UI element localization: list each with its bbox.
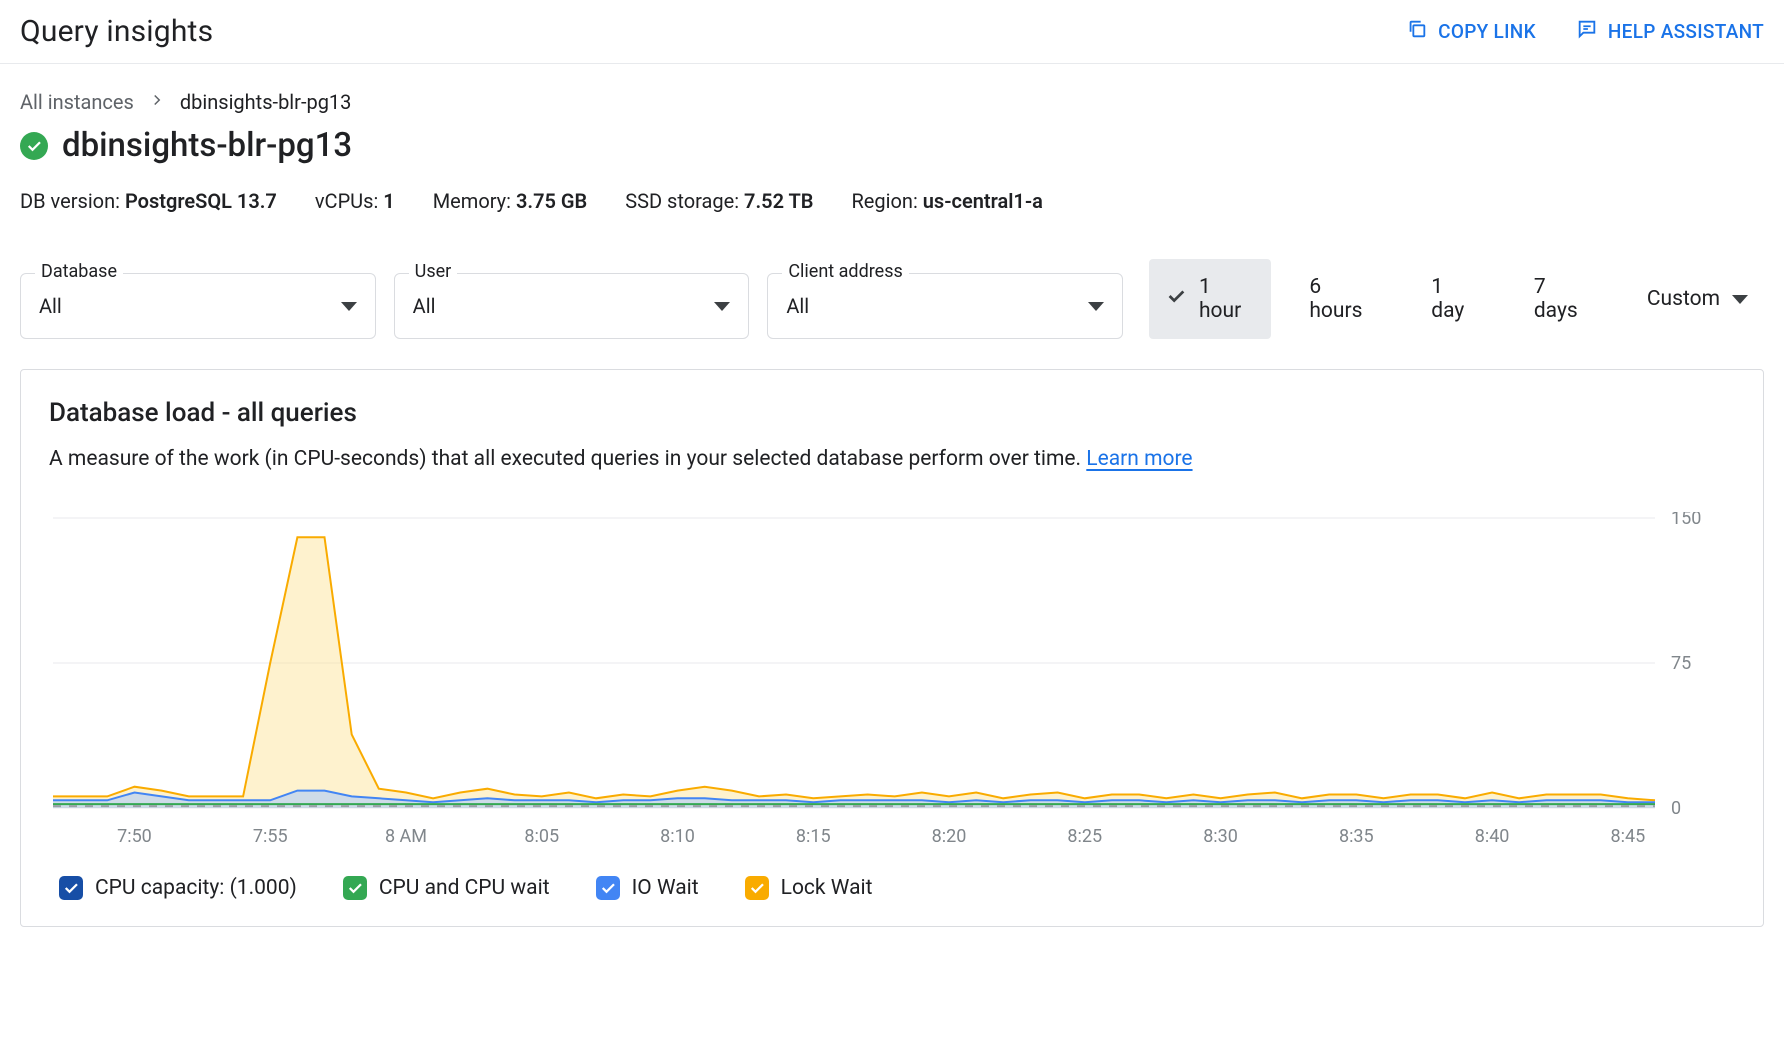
copy-icon (1406, 18, 1428, 45)
svg-text:7:55: 7:55 (253, 826, 288, 847)
breadcrumb: All instances dbinsights-blr-pg13 (20, 90, 1764, 114)
meta-item: Region: us-central1-a (851, 189, 1042, 213)
legend-label: CPU capacity: (1.000) (95, 876, 297, 900)
legend-swatch (343, 876, 367, 900)
svg-text:8:25: 8:25 (1067, 826, 1102, 847)
breadcrumb-root[interactable]: All instances (20, 90, 134, 114)
instance-name: dbinsights-blr-pg13 (62, 126, 352, 165)
svg-text:8:20: 8:20 (932, 826, 967, 847)
chat-icon (1576, 18, 1598, 45)
time-range-tabs: 1 hour 6 hours 1 day 7 days Custom (1149, 259, 1764, 339)
user-value: All (413, 294, 436, 318)
status-healthy-icon (20, 132, 48, 160)
time-tab-custom[interactable]: Custom (1631, 271, 1764, 327)
database-value: All (39, 294, 62, 318)
svg-text:8:05: 8:05 (524, 826, 559, 847)
svg-text:75: 75 (1671, 653, 1691, 674)
page-title: Query insights (20, 14, 213, 49)
caret-down-icon (341, 302, 357, 311)
svg-text:150: 150 (1671, 512, 1701, 529)
svg-text:0: 0 (1671, 798, 1681, 819)
copy-link-button[interactable]: COPY LINK (1406, 18, 1536, 45)
chevron-right-icon (148, 90, 166, 114)
load-chart: 0 75 150 7:50 7:55 8 AM 8:05 8:10 8:15 8:20 8:25 8:… (49, 512, 1735, 852)
help-assistant-label: HELP ASSISTANT (1608, 20, 1764, 43)
svg-text:8:35: 8:35 (1339, 826, 1374, 847)
svg-text:8:40: 8:40 (1475, 826, 1510, 847)
meta-item: vCPUs: 1 (315, 189, 395, 213)
chart-legend: CPU capacity: (1.000) CPU and CPU wait IO … (49, 876, 1735, 900)
database-label: Database (35, 261, 123, 282)
legend-item-cpu_capacity[interactable]: CPU capacity: (1.000) (59, 876, 297, 900)
time-tab-1-hour[interactable]: 1 hour (1149, 259, 1271, 339)
legend-label: CPU and CPU wait (379, 876, 550, 900)
card-description: A measure of the work (in CPU-seconds) t… (49, 444, 1735, 476)
caret-down-icon (1732, 295, 1748, 304)
svg-text:8:30: 8:30 (1203, 826, 1238, 847)
database-dropdown[interactable]: Database All (20, 273, 376, 339)
svg-text:8 AM: 8 AM (385, 826, 427, 847)
breadcrumb-current: dbinsights-blr-pg13 (180, 90, 352, 114)
svg-text:8:10: 8:10 (660, 826, 695, 847)
database-load-card: Database load - all queries A measure of… (20, 369, 1764, 927)
legend-swatch (596, 876, 620, 900)
user-dropdown[interactable]: User All (394, 273, 750, 339)
legend-label: IO Wait (632, 876, 699, 900)
help-assistant-button[interactable]: HELP ASSISTANT (1576, 18, 1764, 45)
caret-down-icon (714, 302, 730, 311)
meta-item: SSD storage: 7.52 TB (625, 189, 813, 213)
time-tab-6-hours[interactable]: 6 hours (1293, 259, 1393, 339)
legend-item-cpu_wait[interactable]: CPU and CPU wait (343, 876, 550, 900)
caret-down-icon (1088, 302, 1104, 311)
time-tab-1-day[interactable]: 1 day (1415, 259, 1496, 339)
client-address-dropdown[interactable]: Client address All (767, 273, 1123, 339)
legend-swatch (745, 876, 769, 900)
legend-item-lock_wait[interactable]: Lock Wait (745, 876, 873, 900)
user-label: User (409, 261, 458, 282)
meta-item: Memory: 3.75 GB (433, 189, 588, 213)
legend-swatch (59, 876, 83, 900)
client-value: All (786, 294, 809, 318)
time-tab-7-days[interactable]: 7 days (1518, 259, 1609, 339)
check-icon (1165, 285, 1187, 313)
learn-more-link[interactable]: Learn more (1086, 447, 1192, 471)
svg-text:8:45: 8:45 (1610, 826, 1645, 847)
client-label: Client address (782, 261, 908, 282)
copy-link-label: COPY LINK (1438, 20, 1536, 43)
legend-label: Lock Wait (781, 876, 873, 900)
legend-item-io_wait[interactable]: IO Wait (596, 876, 699, 900)
svg-text:8:15: 8:15 (796, 826, 831, 847)
instance-meta-row: DB version: PostgreSQL 13.7 vCPUs: 1 Memor… (20, 189, 1764, 213)
meta-item: DB version: PostgreSQL 13.7 (20, 189, 277, 213)
svg-text:7:50: 7:50 (117, 826, 152, 847)
card-title: Database load - all queries (49, 398, 1735, 428)
